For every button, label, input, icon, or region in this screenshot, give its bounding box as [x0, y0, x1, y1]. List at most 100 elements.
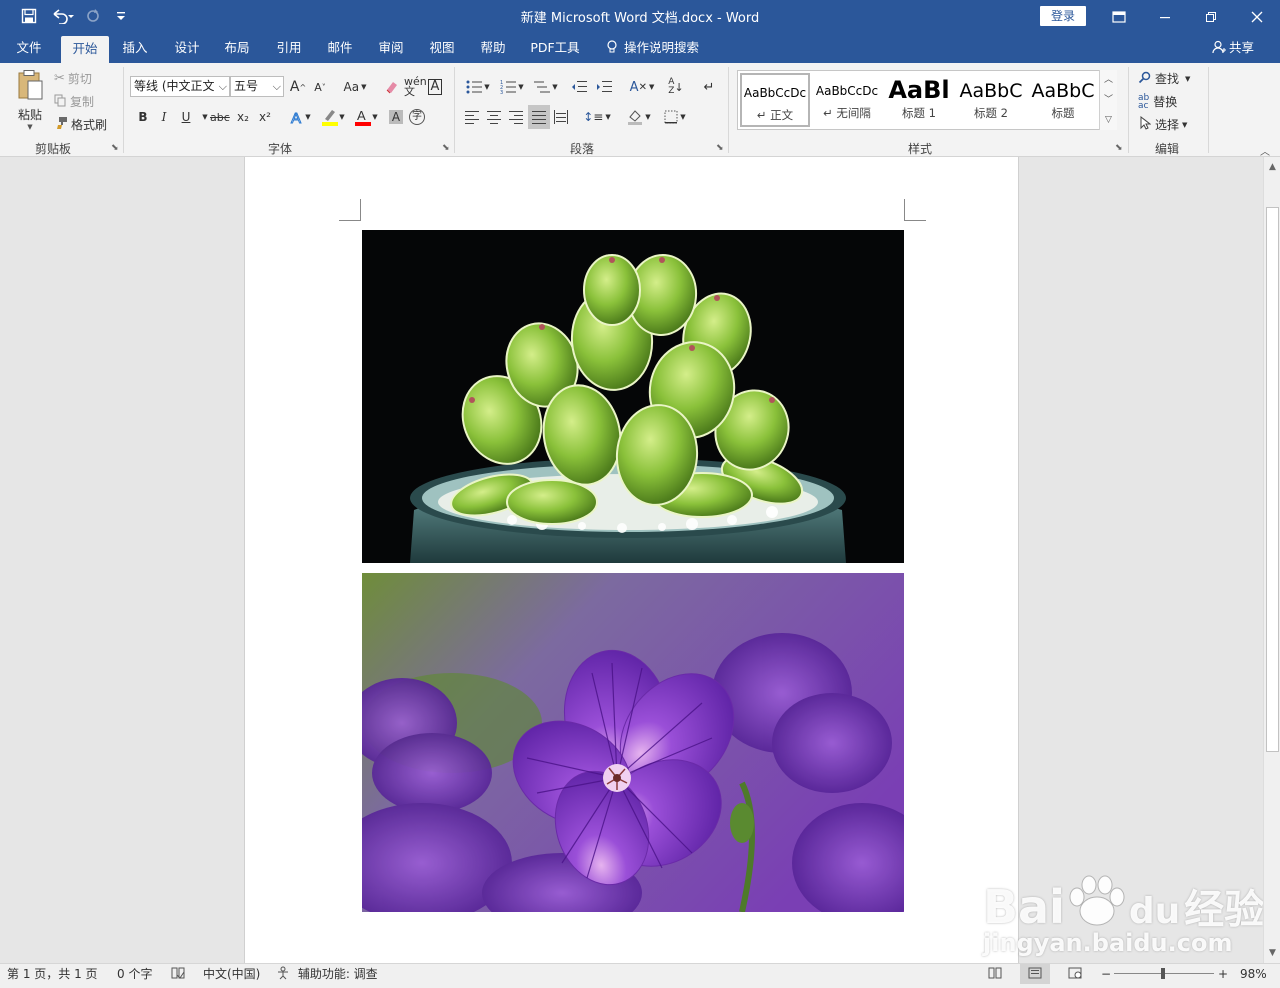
- enclose-characters-icon[interactable]: 字: [408, 106, 426, 128]
- font-name-combo[interactable]: 等线 (中文正文 ⌵: [130, 76, 230, 97]
- collapse-ribbon-icon[interactable]: ︿: [1260, 143, 1270, 158]
- style-no-spacing[interactable]: AaBbCcDc ↵ 无间隔: [812, 73, 882, 127]
- login-button[interactable]: 登录: [1040, 6, 1086, 26]
- strikethrough-button[interactable]: abc: [210, 106, 230, 128]
- tab-file[interactable]: 文件: [8, 33, 50, 63]
- web-layout-icon[interactable]: [1060, 964, 1090, 984]
- tab-review[interactable]: 审阅: [370, 33, 412, 63]
- style-title[interactable]: AaBbC 标题: [1028, 73, 1098, 127]
- scroll-down-icon[interactable]: ▼: [1264, 945, 1280, 961]
- character-shading-icon[interactable]: A: [387, 106, 405, 128]
- language[interactable]: 中文(中国): [203, 964, 260, 984]
- clipboard-group-label: 剪贴板: [34, 142, 71, 156]
- copy-button[interactable]: 复制: [54, 93, 94, 110]
- align-right-icon[interactable]: [507, 106, 525, 128]
- phonetic-guide-icon[interactable]: wén 文: [404, 76, 427, 98]
- underline-button[interactable]: U: [177, 106, 195, 128]
- superscript-button[interactable]: x²: [256, 106, 274, 128]
- find-button[interactable]: 查找 ▼: [1138, 70, 1190, 87]
- line-spacing-icon[interactable]: ↕ ≡ ▼: [582, 106, 612, 128]
- change-case-button[interactable]: Aa ▼: [340, 76, 370, 98]
- numbering-icon[interactable]: 1 2 3 ▼: [497, 76, 527, 98]
- enclose-border-icon[interactable]: A: [426, 76, 444, 98]
- word-count[interactable]: 0 个字: [117, 964, 152, 984]
- chevron-down-icon[interactable]: ⌵: [273, 77, 281, 96]
- ribbon-display-icon[interactable]: [1096, 0, 1142, 33]
- more-icon[interactable]: ▽: [1100, 110, 1117, 130]
- chevron-down-icon[interactable]: ⌵: [219, 77, 227, 96]
- chevron-down-icon[interactable]: ﹀: [1100, 90, 1117, 110]
- divider: [728, 67, 729, 153]
- cut-button[interactable]: ✂ 剪切: [54, 70, 92, 87]
- tab-view[interactable]: 视图: [421, 33, 463, 63]
- zoom-level[interactable]: 98%: [1240, 964, 1267, 984]
- chevron-up-icon[interactable]: ︿: [1100, 70, 1117, 90]
- tab-pdf-tools[interactable]: PDF工具: [524, 33, 586, 63]
- borders-icon[interactable]: ▼: [660, 106, 690, 128]
- font-size-combo[interactable]: 五号 ⌵: [230, 76, 284, 97]
- style-heading-1[interactable]: AaBl 标题 1: [884, 73, 954, 127]
- tab-help[interactable]: 帮助: [472, 33, 514, 63]
- distributed-icon[interactable]: [552, 106, 570, 128]
- decrease-indent-icon[interactable]: [570, 76, 588, 98]
- format-painter-button[interactable]: 格式刷: [54, 116, 107, 133]
- minimize-icon[interactable]: [1142, 0, 1188, 33]
- tab-home[interactable]: 开始: [61, 36, 109, 63]
- bullets-icon[interactable]: ▼: [463, 76, 493, 98]
- chinese-layout-icon[interactable]: A ✕ ▼: [627, 76, 657, 98]
- read-mode-icon[interactable]: [980, 964, 1010, 984]
- align-center-icon[interactable]: [485, 106, 503, 128]
- paragraph-launcher-icon[interactable]: ⬊: [716, 143, 724, 153]
- tab-layout[interactable]: 布局: [216, 33, 258, 63]
- tab-mailings[interactable]: 邮件: [319, 33, 361, 63]
- share-button[interactable]: 共享: [1212, 33, 1254, 63]
- clear-formatting-icon[interactable]: [383, 76, 401, 98]
- zoom-slider-thumb[interactable]: [1161, 968, 1165, 979]
- justify-icon[interactable]: [528, 105, 550, 129]
- replace-button[interactable]: ab ac 替换: [1138, 93, 1177, 110]
- style-name: 标题: [1051, 106, 1075, 120]
- succulent-image[interactable]: [362, 230, 904, 563]
- font-launcher-icon[interactable]: ⬊: [442, 143, 450, 153]
- shrink-font-button[interactable]: A ˅: [311, 76, 329, 98]
- subscript-button[interactable]: x₂: [234, 106, 252, 128]
- multilevel-list-icon[interactable]: ▼: [531, 76, 561, 98]
- bold-button[interactable]: B: [134, 106, 152, 128]
- purple-flower-image[interactable]: [362, 573, 904, 912]
- scroll-up-icon[interactable]: ▲: [1264, 159, 1280, 175]
- accessibility-status[interactable]: 辅助功能: 调查: [277, 964, 378, 984]
- increase-indent-icon[interactable]: [595, 76, 613, 98]
- proofing-icon[interactable]: [171, 964, 185, 984]
- paste-button[interactable]: 粘贴 ▼: [13, 69, 47, 131]
- copy-icon: [54, 94, 67, 110]
- align-left-icon[interactable]: [463, 106, 481, 128]
- style-normal[interactable]: AaBbCcDc ↵ 正文: [740, 73, 810, 127]
- grow-font-button[interactable]: A ^: [289, 76, 307, 98]
- close-icon[interactable]: [1234, 0, 1280, 33]
- zoom-in-button[interactable]: +: [1218, 964, 1228, 984]
- clipboard-launcher-icon[interactable]: ⬊: [111, 143, 119, 153]
- shading-icon[interactable]: ▼: [624, 106, 654, 128]
- tell-me-search[interactable]: 操作说明搜索: [606, 33, 699, 63]
- restore-icon[interactable]: [1188, 0, 1234, 33]
- highlight-color-icon[interactable]: ▼: [318, 106, 348, 128]
- font-color-icon[interactable]: A ▼: [351, 106, 381, 128]
- page-count[interactable]: 第 1 页，共 1 页: [7, 964, 98, 984]
- tab-references[interactable]: 引用: [268, 33, 310, 63]
- tab-insert[interactable]: 插入: [114, 33, 156, 63]
- print-layout-icon[interactable]: [1020, 964, 1050, 984]
- style-heading-2[interactable]: AaBbC 标题 2: [956, 73, 1026, 127]
- text-effects-icon[interactable]: A ▼: [286, 106, 314, 128]
- tab-design[interactable]: 设计: [166, 33, 208, 63]
- clipboard-icon: [16, 69, 44, 104]
- italic-button[interactable]: I: [155, 106, 173, 128]
- sort-icon[interactable]: A Z ↓: [667, 76, 685, 98]
- select-button[interactable]: 选择 ▼: [1140, 115, 1187, 133]
- vertical-scrollbar[interactable]: ▲ ▼: [1263, 157, 1280, 963]
- chevron-down-icon: ▼: [27, 123, 33, 131]
- styles-launcher-icon[interactable]: ⬊: [1115, 143, 1123, 153]
- document-page[interactable]: [244, 157, 1019, 963]
- scrollbar-thumb[interactable]: [1266, 207, 1279, 752]
- show-marks-icon[interactable]: ↵: [700, 76, 718, 98]
- zoom-out-button[interactable]: −: [1101, 964, 1111, 984]
